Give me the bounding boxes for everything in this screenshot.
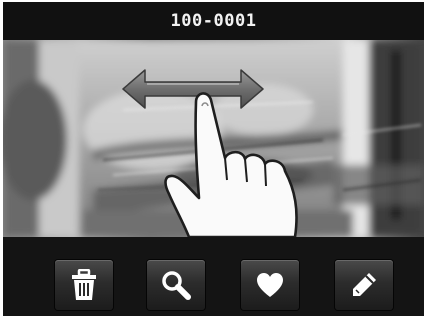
camera-playback-screen: 100-0001 [3,2,424,316]
edit-button[interactable] [335,260,393,310]
image-number-title: 100-0001 [170,11,257,31]
heart-icon [256,272,284,298]
pencil-icon [349,270,379,300]
magnifier-icon [161,270,191,300]
trash-icon [69,269,99,301]
blurred-photo [3,40,424,237]
playback-toolbar [3,237,424,316]
delete-button[interactable] [55,260,113,310]
favorite-button[interactable] [241,260,299,310]
title-bar: 100-0001 [3,2,424,40]
zoom-button[interactable] [147,260,205,310]
photo-viewer[interactable] [3,40,424,237]
